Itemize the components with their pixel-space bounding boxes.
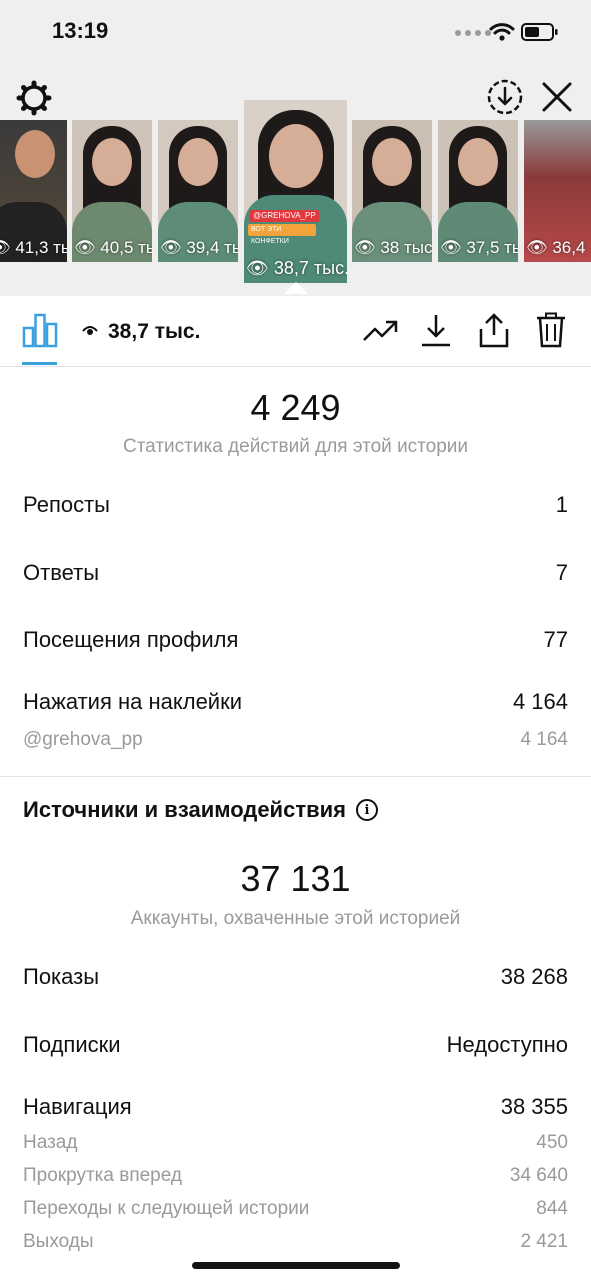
stat-value: 2 421 <box>520 1231 568 1252</box>
story-views: 👁 41,3 тыс. <box>0 238 67 257</box>
stat-label: Навигация <box>23 1094 132 1119</box>
stat-label: Нажатия на наклейки <box>23 689 243 714</box>
section-title-text: Источники и взаимодействия <box>23 797 346 822</box>
stat-row-replies: Ответы 7 <box>23 560 568 586</box>
stat-value: 77 <box>543 627 568 652</box>
stat-row-navigation: Навигация 38 355 <box>23 1094 568 1120</box>
stat-value: 1 <box>555 492 568 517</box>
section-title-discovery: Источники и взаимодействия i <box>23 797 378 823</box>
actions-total: 4 249 <box>250 387 341 428</box>
story-mention-tag: @GREHOVA_PP <box>250 210 319 222</box>
close-icon[interactable] <box>541 81 573 113</box>
story-strip-area: 13:19 👁 41,3 тыс. <box>0 0 591 296</box>
stat-label: Репосты <box>23 492 110 517</box>
stat-subrow-sticker: @grehova_pp 4 164 <box>23 729 568 751</box>
download-icon[interactable] <box>420 312 452 348</box>
stat-label: @grehova_pp <box>23 729 143 750</box>
delete-trash-icon[interactable] <box>535 312 567 348</box>
story-thumbnail-selected[interactable]: @GREHOVA_PP ВОТ ЭТИ КОНФЕТКИ 👁 38,7 тыс. <box>244 100 347 283</box>
stat-label: Ответы <box>23 560 100 585</box>
stat-subrow-exits: Выходы 2 421 <box>23 1231 568 1253</box>
reach-caption: Аккаунты, охваченные этой историей <box>130 908 461 929</box>
story-thumbnail[interactable]: 👁 38 тыс. <box>352 120 432 262</box>
stat-value: 34 640 <box>509 1165 568 1186</box>
share-icon[interactable] <box>478 312 510 348</box>
story-views: 👁 37,5 тыс. <box>440 238 518 257</box>
stat-label: Показы <box>23 964 100 989</box>
reach-total: 37 131 <box>240 858 351 899</box>
promote-trend-icon[interactable] <box>362 312 398 348</box>
stat-row-impressions: Показы 38 268 <box>23 964 568 990</box>
stat-subrow-next-story: Переходы к следующей истории 844 <box>23 1198 568 1220</box>
stat-value: 38 268 <box>500 964 568 989</box>
stat-value: Недоступно <box>446 1032 568 1057</box>
actions-caption: Статистика действий для этой истории <box>122 436 469 457</box>
stat-subrow-back: Назад 450 <box>23 1132 568 1154</box>
active-tab-indicator <box>22 362 57 365</box>
selected-story-pointer <box>284 282 308 294</box>
stat-label: Назад <box>23 1132 78 1153</box>
story-thumbnail[interactable]: 👁 39,4 тыс. <box>158 120 238 262</box>
story-thumbnail[interactable]: 👁 41,3 тыс. <box>0 120 67 262</box>
views-count: 38,7 тыс. <box>108 320 201 343</box>
story-toolbar: 38,7 тыс. <box>0 296 591 367</box>
stat-value: 7 <box>555 560 568 585</box>
stat-row-follows: Подписки Недоступно <box>23 1032 568 1058</box>
stat-subrow-forward: Прокрутка вперед 34 640 <box>23 1165 568 1187</box>
story-views: 👁 40,5 тыс. <box>74 238 152 257</box>
status-time: 13:19 <box>52 18 109 43</box>
stat-label: Переходы к следующей истории <box>23 1198 310 1219</box>
stat-value: 38 355 <box>500 1094 568 1119</box>
section-divider <box>0 776 591 777</box>
stat-value: 4 164 <box>520 729 568 750</box>
stat-value: 450 <box>536 1132 568 1153</box>
story-views: 👁 36,4 <box>526 238 586 257</box>
story-thumbnail[interactable]: 👁 36,4 <box>524 120 591 262</box>
stat-label: Выходы <box>23 1231 94 1252</box>
stat-value: 4 164 <box>512 689 568 714</box>
stat-label: Прокрутка вперед <box>23 1165 182 1186</box>
home-indicator[interactable] <box>192 1262 400 1269</box>
save-story-icon[interactable] <box>486 78 524 116</box>
story-views: 👁 38,7 тыс. <box>246 258 347 278</box>
stat-row-sticker-taps: Нажатия на наклейки 4 164 <box>23 689 568 715</box>
story-caption: ВОТ ЭТИ КОНФЕТКИ <box>248 224 316 245</box>
stat-label: Посещения профиля <box>23 627 239 652</box>
stats-bars-icon[interactable] <box>22 312 58 348</box>
settings-gear-icon[interactable] <box>16 80 52 116</box>
story-thumbnail[interactable]: 👁 37,5 тыс. <box>438 120 518 262</box>
battery-icon <box>521 23 558 41</box>
wifi-icon <box>489 23 515 41</box>
eye-icon <box>82 326 98 335</box>
stat-row-profile-visits: Посещения профиля 77 <box>23 627 568 653</box>
stat-label: Подписки <box>23 1032 121 1057</box>
story-views: 👁 38 тыс. <box>354 238 432 257</box>
stat-value: 844 <box>536 1198 568 1219</box>
signal-icon <box>455 30 491 36</box>
story-views: 👁 39,4 тыс. <box>160 238 238 257</box>
story-thumbnail[interactable]: 👁 40,5 тыс. <box>72 120 152 262</box>
stat-row-reposts: Репосты 1 <box>23 492 568 518</box>
info-icon[interactable]: i <box>355 799 378 821</box>
